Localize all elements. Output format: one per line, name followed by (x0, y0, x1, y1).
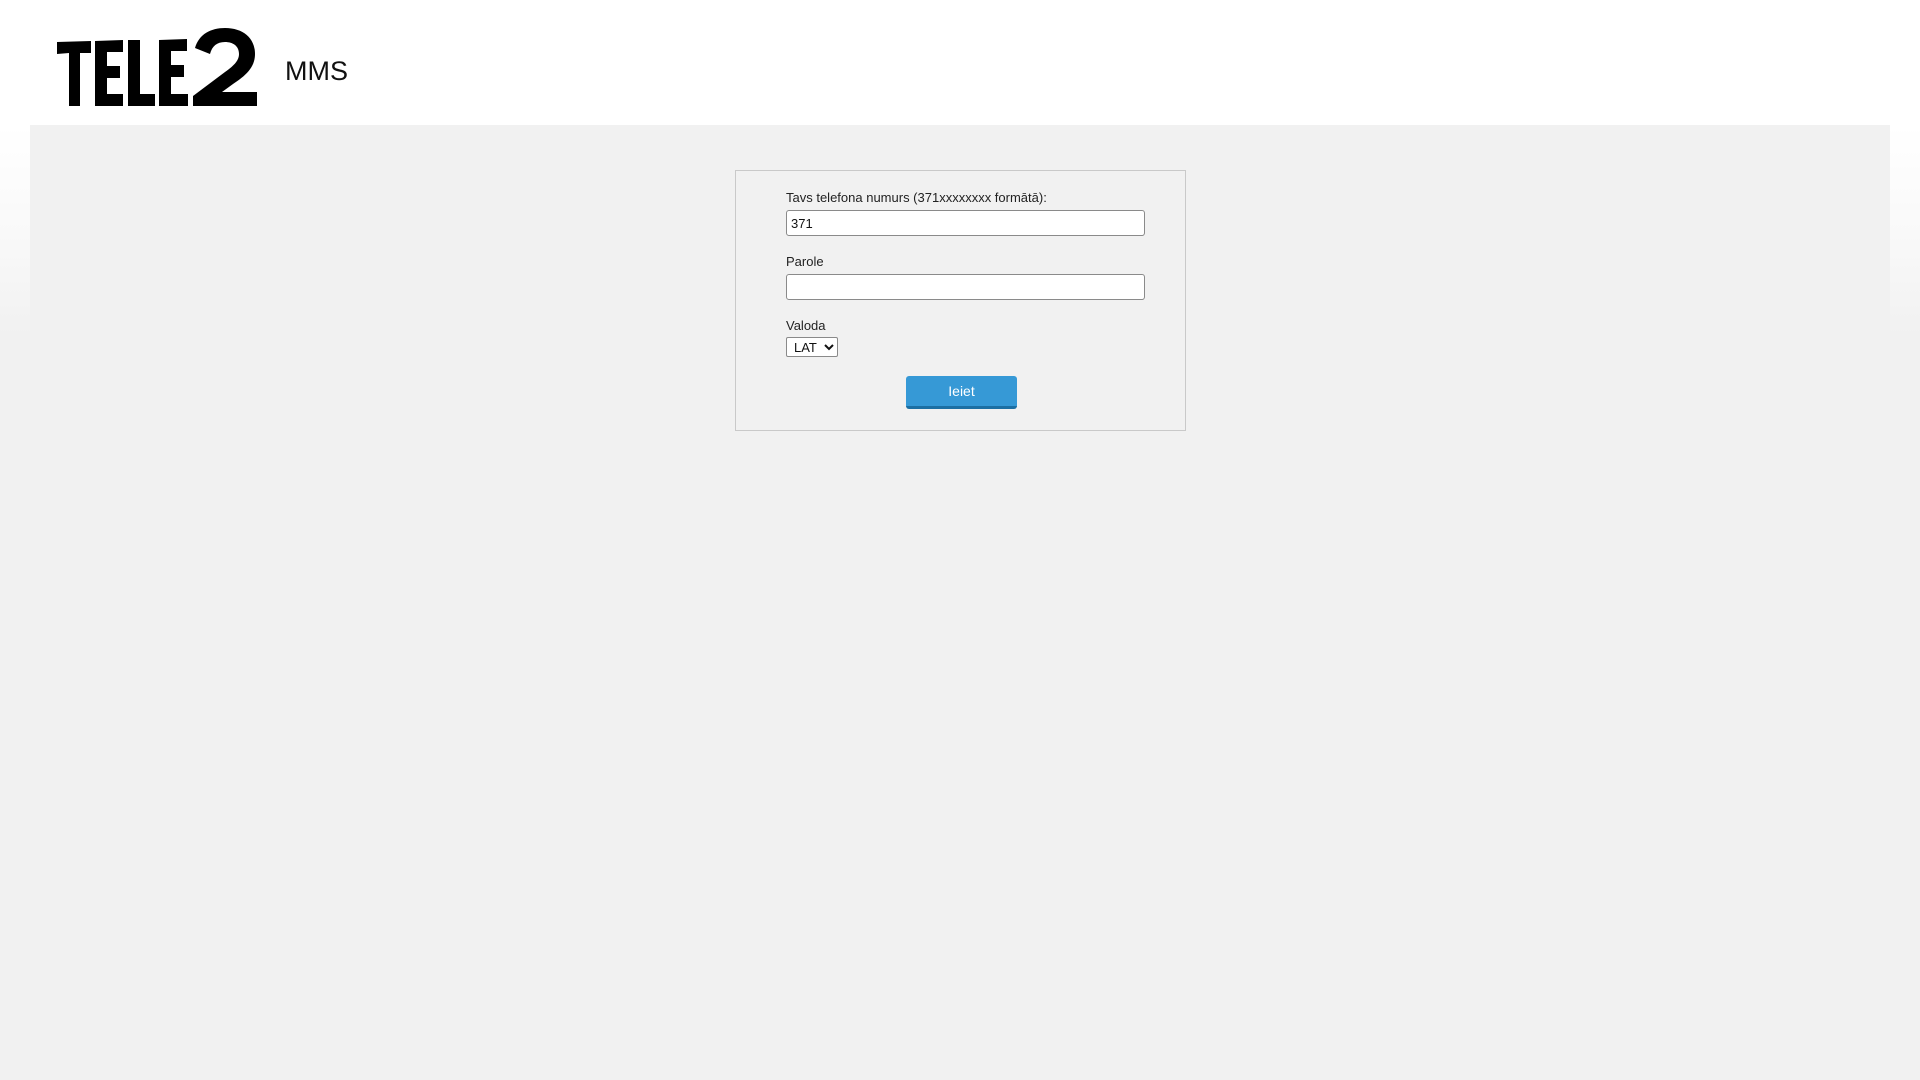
login-form: Tavs telefona numurs (371xxxxxxxx formāt… (735, 170, 1186, 431)
tele2-logo-graphic (57, 28, 257, 106)
login-button[interactable]: Ieiet (906, 376, 1017, 409)
right-gutter (1890, 125, 1920, 335)
phone-label: Tavs telefona numurs (371xxxxxxxx formāt… (786, 190, 1047, 205)
tele2-logo[interactable] (57, 28, 261, 108)
app-title: MMS (285, 56, 348, 86)
password-input[interactable] (786, 274, 1145, 300)
password-label: Parole (786, 254, 824, 269)
language-label: Valoda (786, 318, 826, 333)
language-select[interactable]: LAT (786, 337, 838, 357)
phone-number-input[interactable] (786, 210, 1145, 236)
page-header: MMS (0, 0, 1920, 125)
left-gutter (0, 125, 30, 335)
